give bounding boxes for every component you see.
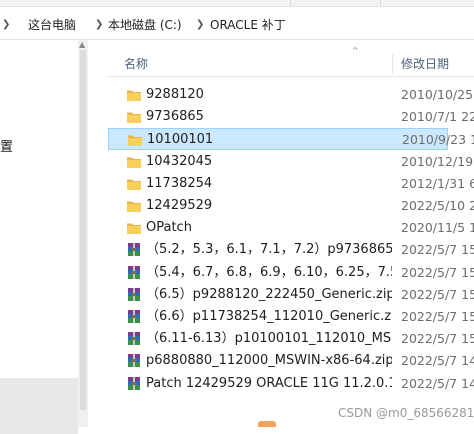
file-name: （5.2，5.3，6.1，7.1，7.2）p9736865... (146, 242, 392, 258)
winrar-archive-icon (126, 353, 142, 369)
file-modified-date: 2022/5/7 15 (401, 242, 474, 258)
ribbon-edge (0, 0, 474, 7)
file-name: 12429529 (146, 198, 213, 213)
zip-file-row[interactable]: （6.6）p11738254_112010_Generic.zip 2022/5/… (108, 306, 474, 328)
nav-scrollbar[interactable]: ▲ (78, 40, 88, 427)
winrar-archive-icon (126, 376, 142, 392)
winrar-archive-icon (126, 265, 142, 281)
folder-row[interactable]: 9288120 2010/10/25 (108, 84, 474, 106)
file-modified-date: 2010/9/23 1 (402, 132, 474, 148)
breadcrumb-oracle-patch[interactable]: ORACLE 补丁 (210, 17, 286, 33)
file-name: 11738254 (146, 175, 213, 191)
file-name: OPatch (146, 220, 192, 236)
column-name[interactable]: 名称 (124, 52, 148, 76)
file-name: 9288120 (146, 87, 204, 102)
folder-icon (126, 154, 142, 170)
file-name: p6880880_112000_MSWIN-x86-64.zip (146, 353, 392, 369)
file-modified-date: 2010/10/25 (401, 87, 474, 102)
sort-up-icon: ^ (352, 46, 359, 55)
zip-file-row[interactable]: （5.4，6.7，6.8，6.9，6.10，6.25，7.5... 2022/5/… (108, 262, 474, 284)
column-header: ^ 名称 修改日期 (108, 46, 474, 77)
file-name: 9736865 (146, 109, 204, 125)
folder-row[interactable]: 10100101 2010/9/23 1 (108, 128, 474, 151)
file-name: 10432045 (146, 153, 213, 169)
breadcrumb-local-disk[interactable]: 本地磁盘 (C:) (108, 17, 182, 33)
column-divider[interactable] (392, 54, 393, 74)
scrollbar-thumb[interactable] (80, 50, 86, 410)
zip-file-row[interactable]: （6.5）p9288120_222450_Generic.zip 2022/5/7… (108, 284, 474, 306)
file-name: （6.5）p9288120_222450_Generic.zip (146, 286, 392, 302)
folder-row[interactable]: OPatch 2020/11/5 1 (108, 217, 474, 239)
nav-item-selected[interactable] (0, 378, 78, 434)
zip-file-row[interactable]: （5.2，5.3，6.1，7.1，7.2）p9736865... 2022/5/7… (108, 239, 474, 261)
file-name: （6.6）p11738254_112010_Generic.zip (146, 309, 392, 324)
overlay-mark (258, 421, 276, 427)
winrar-archive-icon (126, 242, 142, 258)
address-bar[interactable]: ❯ 这台电脑 ❯ 本地磁盘 (C:) ❯ ORACLE 补丁 (0, 11, 474, 40)
file-modified-date: 2022/5/7 15 (401, 331, 474, 347)
file-modified-date: 2020/11/5 1 (401, 220, 474, 236)
folder-row[interactable]: 10432045 2010/12/19 (108, 151, 474, 173)
file-name: 10100101 (147, 132, 214, 148)
file-modified-date: 2022/5/7 15 (401, 286, 474, 302)
file-modified-date: 2010/7/1 22 (401, 109, 474, 125)
folder-icon (126, 109, 142, 125)
ribbon-divider (380, 0, 381, 6)
chevron-right-icon[interactable]: ❯ (95, 17, 103, 33)
watermark: CSDN @m0_68566281 (338, 406, 474, 420)
folder-icon (126, 176, 142, 192)
folder-icon (126, 87, 142, 103)
file-name: （5.4，6.7，6.8，6.9，6.10，6.25，7.5... (146, 264, 392, 280)
folder-row[interactable]: 9736865 2010/7/1 22 (108, 106, 474, 128)
ribbon-divider (290, 0, 291, 6)
winrar-archive-icon (126, 287, 142, 303)
winrar-archive-icon (126, 331, 142, 347)
file-modified-date: 2010/12/19 (401, 153, 474, 169)
file-modified-date: 2012/1/31 6 (401, 175, 474, 191)
folder-icon (126, 220, 142, 236)
navigation-pane[interactable]: 置 (0, 40, 79, 434)
scroll-up-icon[interactable]: ▲ (79, 40, 85, 49)
file-name: （6.11-6.13）p10100101_112010_MS... (146, 331, 392, 347)
winrar-archive-icon (126, 309, 142, 325)
file-modified-date: 2022/5/10 2 (401, 198, 474, 213)
nav-item-label[interactable]: 置 (0, 136, 13, 155)
zip-file-row[interactable]: （6.11-6.13）p10100101_112010_MS... 2022/5/… (108, 328, 474, 350)
chevron-right-icon: ❯ (2, 19, 11, 30)
file-modified-date: 2022/5/7 15 (401, 264, 474, 280)
file-modified-date: 2022/5/7 15 (401, 309, 474, 324)
column-modified[interactable]: 修改日期 (401, 52, 449, 76)
folder-row[interactable]: 12429529 2022/5/10 2 (108, 195, 474, 217)
folder-icon (127, 132, 143, 148)
file-modified-date: 2022/5/7 14 (401, 353, 474, 369)
chevron-right-icon[interactable]: ❯ (196, 17, 204, 33)
file-name: Patch 12429529 ORACLE 11G 11.2.0.1... (146, 375, 392, 391)
folder-row[interactable]: 11738254 2012/1/31 6 (108, 173, 474, 195)
zip-file-row[interactable]: p6880880_112000_MSWIN-x86-64.zip 2022/5/7… (108, 350, 474, 372)
breadcrumb-this-pc[interactable]: 这台电脑 (28, 17, 76, 33)
folder-icon (126, 198, 142, 214)
zip-file-row[interactable]: Patch 12429529 ORACLE 11G 11.2.0.1... 202… (108, 373, 474, 395)
file-modified-date: 2022/5/7 14 (401, 375, 474, 391)
